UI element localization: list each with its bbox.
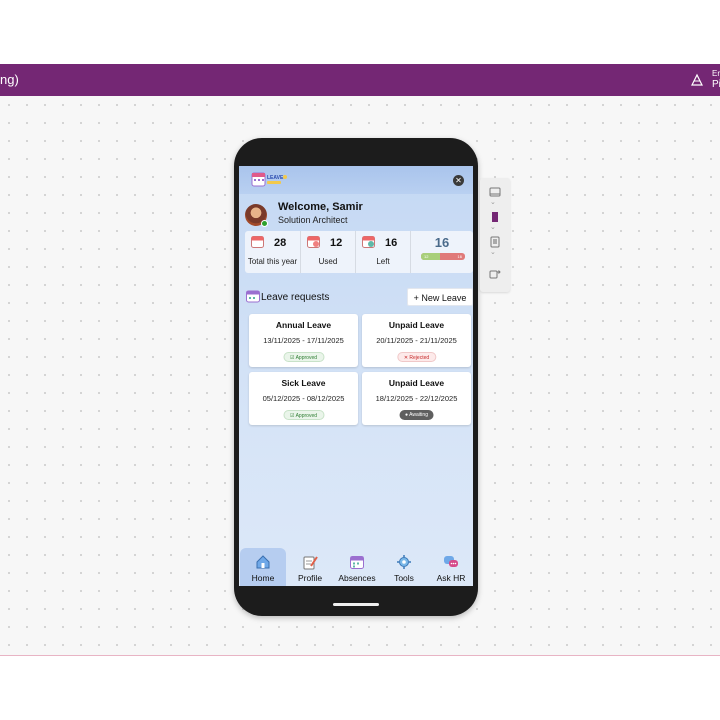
status-badge: ☑ Approved: [282, 352, 325, 362]
calendar-icon: [350, 556, 364, 569]
leave-request-card[interactable]: Annual Leave 13/11/2025 - 17/11/2025 ☑ A…: [249, 314, 358, 367]
close-button[interactable]: ✕: [453, 175, 464, 186]
leave-requests-title: Leave requests: [261, 292, 330, 303]
leave-dates: 20/11/2025 - 21/11/2025: [376, 336, 457, 345]
stat-label: Left: [376, 257, 390, 266]
tools-icon: [397, 555, 411, 569]
screen-icon[interactable]: [489, 186, 501, 198]
color-swatch-icon[interactable]: [489, 211, 501, 223]
status-badge: ✕ Rejected: [396, 352, 437, 362]
stat-left: 16 Left: [356, 231, 411, 273]
device-toolbar: ⌄ ⌄ ⌄: [480, 178, 510, 292]
environment-label[interactable]: Er Pi: [712, 68, 720, 90]
leave-type: Sick Leave: [281, 378, 326, 388]
leave-request-card[interactable]: Unpaid Leave 18/12/2025 - 22/12/2025 ● A…: [362, 372, 471, 425]
nav-label: Ask HR: [436, 573, 466, 583]
stat-used: 12 Used: [301, 231, 356, 273]
profile-edit-icon: [303, 556, 318, 570]
new-leave-button[interactable]: + New Leave: [407, 288, 473, 306]
stat-total: 28 Total this year: [245, 231, 301, 273]
chevron-down-icon[interactable]: ⌄: [490, 248, 496, 256]
nav-label: Profile: [297, 573, 323, 583]
usage-bar: 12 16: [421, 253, 465, 260]
presence-status-icon: [261, 220, 268, 227]
remaining-days: 16: [434, 235, 450, 250]
app-screen: LEAVE ✕ Welcome, Samir Solution Architec…: [239, 166, 473, 586]
nav-absences[interactable]: Absences: [334, 548, 380, 586]
usage-bar-left-label: 16: [457, 254, 462, 259]
stat-value: 12: [330, 237, 343, 249]
stat-label: Total this year: [247, 257, 298, 266]
leave-stats: 28 Total this year 12 Used 16 Left 16 12…: [245, 231, 473, 273]
leave-type: Annual Leave: [275, 320, 332, 330]
status-badge: ☑ Approved: [282, 410, 325, 420]
calendar-icon: [251, 236, 264, 248]
home-icon: [256, 555, 270, 569]
leave-app-logo: LEAVE: [251, 172, 287, 187]
environment-icon[interactable]: [690, 73, 704, 87]
nav-tools[interactable]: Tools: [381, 548, 427, 586]
calendar-check-icon: [307, 236, 320, 248]
chat-icon: [444, 556, 458, 567]
user-role: Solution Architect: [278, 215, 348, 225]
home-indicator: [333, 603, 379, 606]
nav-ask-hr[interactable]: Ask HR: [428, 548, 473, 586]
bottom-nav: Home Profile Absences Tools Ask HR: [239, 548, 473, 586]
rotate-device-icon[interactable]: [489, 268, 501, 280]
device-icon[interactable]: [489, 236, 501, 248]
stat-value: 28: [274, 237, 287, 249]
nav-label: Home: [251, 573, 275, 583]
remaining-summary: 16 12 16: [411, 231, 473, 273]
leave-dates: 13/11/2025 - 17/11/2025: [263, 336, 344, 345]
leave-request-card[interactable]: Sick Leave 05/12/2025 - 08/12/2025 ☑ App…: [249, 372, 358, 425]
leave-request-card[interactable]: Unpaid Leave 20/11/2025 - 21/11/2025 ✕ R…: [362, 314, 471, 367]
leave-type: Unpaid Leave: [388, 378, 445, 388]
nav-label: Tools: [394, 573, 414, 583]
phone-frame: LEAVE ✕ Welcome, Samir Solution Architec…: [234, 138, 478, 616]
welcome-text: Welcome, Samir: [278, 201, 363, 213]
leave-type: Unpaid Leave: [388, 320, 445, 330]
top-bar: ng) Er Pi: [0, 64, 720, 96]
nav-profile[interactable]: Profile: [287, 548, 333, 586]
calendar-clock-icon: [362, 236, 375, 248]
leave-dates: 18/12/2025 - 22/12/2025: [375, 394, 458, 403]
chevron-down-icon[interactable]: ⌄: [490, 223, 496, 231]
leave-dates: 05/12/2025 - 08/12/2025: [262, 394, 345, 403]
svg-text:LEAVE: LEAVE: [267, 175, 284, 181]
app-title: ng): [0, 72, 19, 87]
chevron-down-icon[interactable]: ⌄: [490, 198, 496, 206]
status-badge: ● Awaiting: [399, 410, 434, 420]
stat-label: Used: [318, 257, 338, 266]
usage-bar-used-label: 12: [424, 254, 429, 259]
app-header: LEAVE ✕: [239, 166, 473, 194]
leave-requests-icon: [246, 290, 260, 303]
stat-value: 16: [385, 237, 398, 249]
nav-label: Absences: [338, 573, 376, 583]
nav-home[interactable]: Home: [240, 548, 286, 586]
